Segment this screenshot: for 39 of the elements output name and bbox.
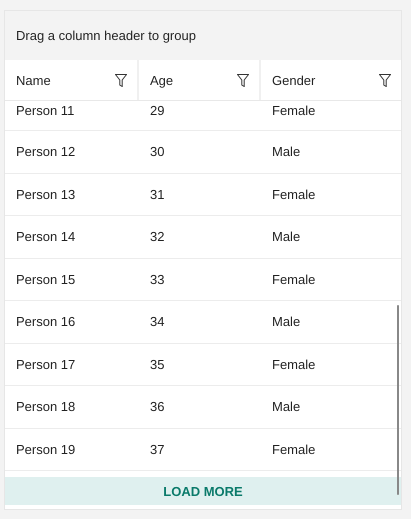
table-cell-text: Person 17 [15, 356, 76, 372]
table-cell-text: Person 15 [15, 272, 76, 287]
filter-icon[interactable] [237, 74, 249, 86]
table-cell-text: Female [271, 442, 316, 457]
table-cell-text: Male [271, 144, 302, 160]
table-cell-text: Male [271, 229, 302, 244]
table-cell-text: Female [271, 103, 316, 118]
table-cell-text: 35 [149, 356, 166, 372]
column-title: Age [150, 72, 174, 88]
table-cell-text: Female [271, 356, 316, 372]
column-header[interactable]: Age [139, 60, 261, 100]
table-cell-text: 34 [149, 314, 166, 330]
table-cell-text: 33 [149, 272, 166, 287]
load-more-button[interactable]: LOAD MORE [5, 477, 401, 505]
table-cell-text: 37 [149, 442, 166, 457]
table-cell-text: Male [271, 314, 302, 330]
column-header[interactable]: Name [5, 60, 139, 100]
filter-icon[interactable] [115, 74, 127, 86]
table-cell-text: Person 16 [15, 314, 76, 330]
table-cell-text: Female [271, 272, 316, 287]
table-cell-text: Person 12 [15, 144, 76, 160]
table-cell-text: Person 19 [15, 442, 76, 457]
table-cell-text: Person 13 [15, 186, 76, 202]
column-title: Gender [272, 72, 316, 88]
table-cell-text: 32 [149, 229, 166, 244]
scrollbar[interactable] [397, 305, 399, 495]
table-cell-text: 36 [149, 399, 166, 414]
filter-icon[interactable] [379, 74, 391, 86]
group-panel-hint: Drag a column header to group [16, 28, 196, 43]
column-title: Name [16, 72, 51, 88]
table-cell-text: Female [271, 186, 316, 202]
table-cell-text: 29 [149, 103, 166, 118]
table-cell-text: 30 [149, 144, 166, 160]
table-cell-text: Person 11 [15, 103, 76, 118]
table-cell-text: Person 18 [15, 399, 76, 414]
table-cell-text: 31 [149, 186, 166, 202]
table-cell-text: Male [271, 399, 302, 414]
column-header[interactable]: Gender [261, 60, 401, 100]
table-cell-text: Person 14 [15, 229, 76, 244]
